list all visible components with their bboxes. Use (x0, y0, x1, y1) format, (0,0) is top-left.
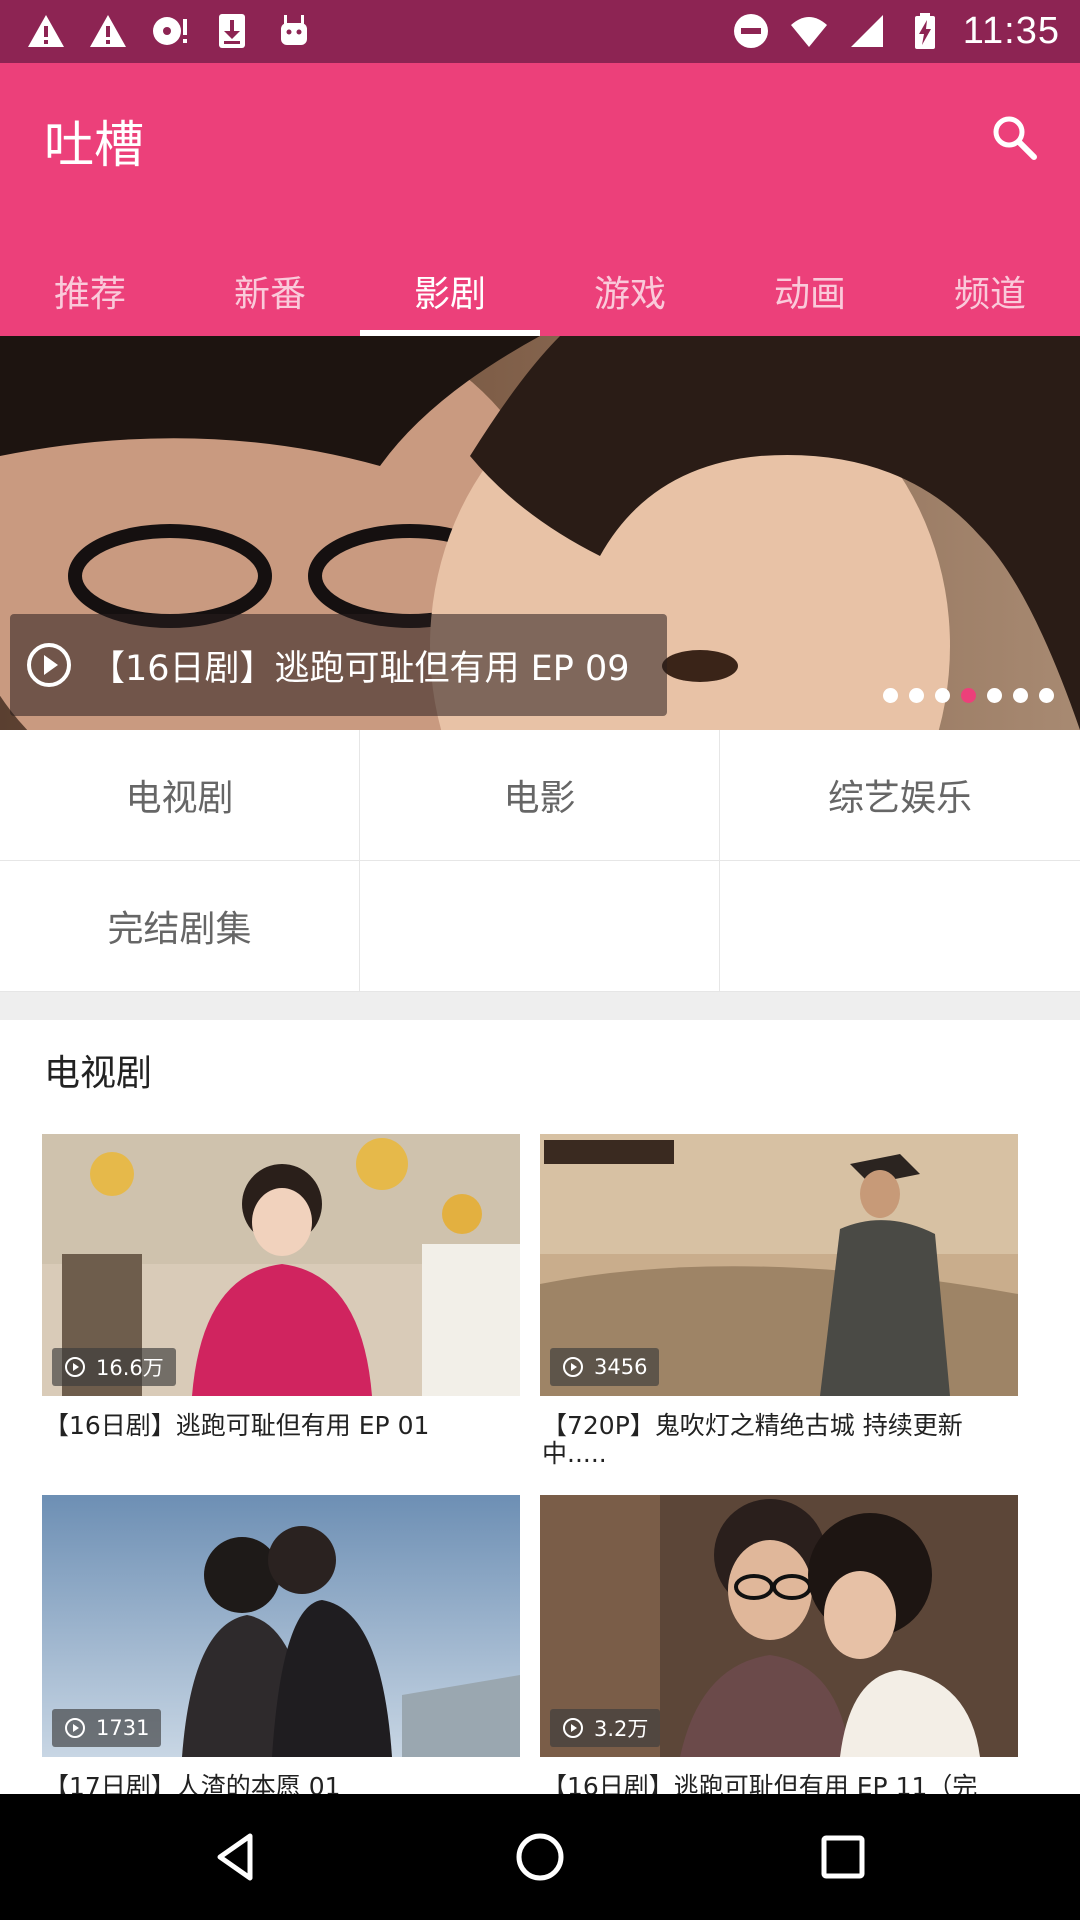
recents-button[interactable] (808, 1822, 878, 1892)
play-circle-icon (563, 1357, 583, 1377)
app-bar: 吐槽 推荐 新番 影剧 游戏 动画 频道 (0, 63, 1080, 336)
status-notification-icons (26, 10, 314, 52)
tab-label: 频道 (953, 274, 1026, 315)
video-card[interactable]: 16.6万 【16日剧】逃跑可耻但有用 EP 01 (42, 1134, 520, 1440)
banner-caption[interactable]: 【16日剧】逃跑可耻但有用 EP 09 (10, 614, 667, 716)
home-button[interactable] (505, 1822, 575, 1892)
view-count: 3.2万 (594, 1717, 649, 1741)
warning-icon (28, 15, 64, 47)
view-count: 3456 (594, 1355, 648, 1379)
search-icon (993, 116, 1037, 160)
tab-label: 动画 (773, 274, 846, 315)
view-count-badge: 3.2万 (550, 1709, 661, 1747)
tab-new-anime[interactable]: 新番 (180, 243, 360, 336)
warning-icon (90, 15, 126, 47)
carousel-dot (1013, 688, 1028, 703)
view-count: 1731 (96, 1716, 150, 1740)
video-title: 【16日剧】逃跑可耻但有用 EP 01 (44, 1411, 430, 1440)
carousel-dot (935, 688, 950, 703)
tab-label: 推荐 (53, 274, 126, 315)
search-button[interactable] (978, 101, 1050, 173)
tab-animation[interactable]: 动画 (720, 243, 900, 336)
tab-label: 游戏 (593, 274, 666, 315)
view-count-badge: 1731 (52, 1709, 162, 1747)
android-icon (281, 15, 307, 45)
back-icon (217, 1833, 253, 1881)
view-count: 16.6万 (96, 1356, 164, 1380)
status-system-icons: 11:35 (731, 8, 1060, 54)
banner-carousel[interactable]: 【16日剧】逃跑可耻但有用 EP 09 (0, 336, 1080, 730)
carousel-dot (883, 688, 898, 703)
tab-channels[interactable]: 频道 (900, 243, 1080, 336)
banner-title: 【16日剧】逃跑可耻但有用 EP 09 (90, 648, 630, 689)
video-thumbnail: 16.6万 (42, 1134, 520, 1396)
navigation-bar (0, 1794, 1080, 1920)
video-thumbnail: 3.2万 (540, 1495, 1018, 1757)
recents-icon (821, 1835, 865, 1879)
category-tv-drama[interactable]: 电视剧 (0, 730, 360, 861)
section-divider (0, 992, 1080, 1020)
clock: 11:35 (962, 9, 1060, 52)
section-title: 电视剧 (44, 1053, 153, 1094)
app-title: 吐槽 (44, 116, 144, 174)
play-circle-icon (27, 643, 71, 687)
wifi-icon (790, 17, 827, 47)
play-circle-icon (65, 1357, 85, 1377)
video-card[interactable]: 3.2万 【16日剧】逃跑可耻但有用 EP 11（完 (540, 1495, 1018, 1801)
cell-signal-icon (850, 15, 883, 47)
carousel-dot (987, 688, 1002, 703)
category-empty (360, 861, 720, 992)
status-bar: 11:35 (0, 0, 1080, 63)
tab-bar: 推荐 新番 影剧 游戏 动画 频道 (0, 243, 1080, 336)
carousel-dot (909, 688, 924, 703)
category-variety[interactable]: 综艺娱乐 (720, 730, 1080, 861)
home-icon (516, 1833, 564, 1881)
tab-recommend[interactable]: 推荐 (0, 243, 180, 336)
battery-charging-icon (914, 13, 935, 49)
play-circle-icon (65, 1718, 85, 1738)
disc-alert-icon (153, 17, 187, 45)
carousel-dot (961, 688, 976, 703)
download-icon (219, 14, 245, 48)
category-movie[interactable]: 电影 (360, 730, 720, 861)
back-button[interactable] (200, 1822, 270, 1892)
category-grid: 电视剧 电影 综艺娱乐 完结剧集 (0, 730, 1080, 992)
video-thumbnail: 3456 (540, 1134, 1018, 1396)
tab-label: 影剧 (413, 274, 486, 315)
tab-label: 新番 (233, 274, 306, 315)
carousel-indicator (883, 688, 1054, 703)
video-card[interactable]: 3456 【720P】鬼吹灯之精绝古城 持续更新中..... (540, 1134, 1018, 1468)
category-completed-series[interactable]: 完结剧集 (0, 861, 360, 992)
carousel-dot (1039, 688, 1054, 703)
video-title: 【720P】鬼吹灯之精绝古城 持续更新中..... (542, 1411, 963, 1468)
view-count-badge: 16.6万 (52, 1348, 176, 1386)
view-count-badge: 3456 (550, 1348, 660, 1386)
category-empty (720, 861, 1080, 992)
do-not-disturb-icon (733, 14, 768, 48)
play-circle-icon (563, 1718, 583, 1738)
tab-film-drama[interactable]: 影剧 (360, 243, 540, 336)
video-thumbnail: 1731 (42, 1495, 520, 1757)
video-card[interactable]: 1731 【17日剧】人渣的本愿 01 (42, 1495, 520, 1801)
tab-games[interactable]: 游戏 (540, 243, 720, 336)
